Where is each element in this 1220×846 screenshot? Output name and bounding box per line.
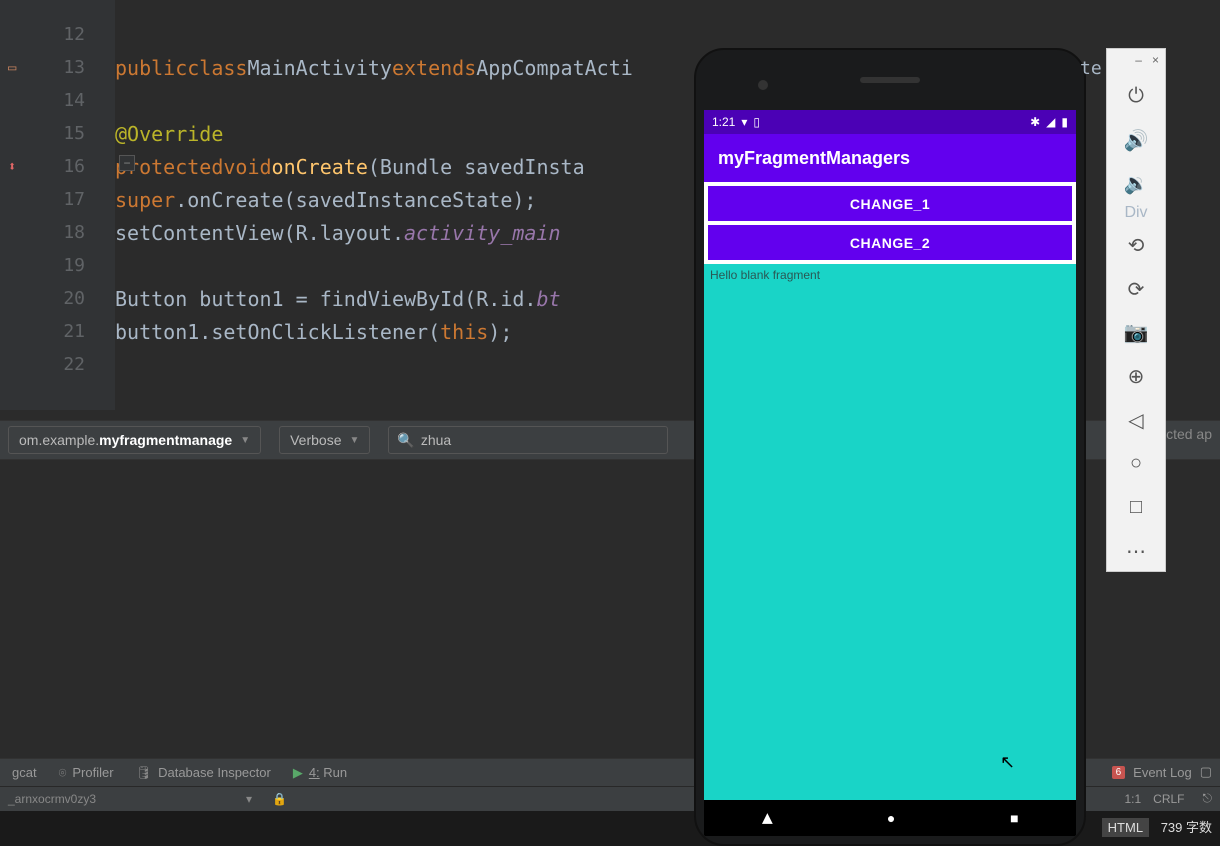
- tab-database[interactable]: 🛢Database Inspector: [136, 765, 271, 781]
- error-badge: 6: [1112, 766, 1126, 779]
- minimize-icon[interactable]: –: [1135, 53, 1142, 73]
- chevron-down-icon: ▼: [240, 435, 250, 446]
- tab-logcat[interactable]: gcat: [12, 765, 37, 780]
- gutter-line-16: ⬍ 16: [0, 150, 115, 183]
- tab-run[interactable]: ▶4: Run: [293, 765, 347, 781]
- more-button[interactable]: ⋯: [1118, 531, 1154, 571]
- override-icon: ⬍: [8, 159, 16, 175]
- fragment-text: Hello blank fragment: [710, 268, 820, 282]
- app-title: myFragmentManagers: [718, 148, 910, 169]
- filetype: HTML: [1102, 818, 1149, 837]
- class-icon: ▭: [8, 60, 16, 76]
- rotate-right-button[interactable]: ⟳: [1118, 269, 1154, 309]
- card-icon: ▯: [753, 115, 760, 129]
- code-cutoff: te: [1080, 58, 1102, 79]
- database-icon: 🛢: [136, 765, 153, 781]
- tab-profiler[interactable]: ⌾Profiler: [59, 765, 114, 781]
- battery-icon: ▮: [1061, 115, 1068, 129]
- mouse-cursor-icon: ↖: [1000, 752, 1015, 773]
- android-navbar: ▶ ● ■: [704, 800, 1076, 836]
- back-icon[interactable]: ▶: [758, 813, 775, 824]
- screenshot-button[interactable]: 📷: [1118, 313, 1154, 353]
- status-bar-right: 1:1 CRLF ⎋: [1124, 786, 1212, 811]
- char-count: 739 字数: [1161, 820, 1212, 835]
- home-button[interactable]: ○: [1118, 444, 1154, 484]
- close-icon[interactable]: ×: [1152, 53, 1159, 73]
- volume-up-button[interactable]: 🔊: [1118, 120, 1154, 160]
- camera-icon: [758, 80, 768, 90]
- chat-icon: ✱: [1030, 115, 1040, 129]
- lock-icon[interactable]: 🔒: [272, 792, 287, 806]
- fold-icon[interactable]: −: [119, 155, 135, 171]
- overview-button[interactable]: □: [1118, 488, 1154, 528]
- device-bezel-top: [696, 50, 1084, 110]
- volume-down-button[interactable]: 🔉: [1118, 164, 1154, 204]
- signal-icon: ◢: [1046, 115, 1055, 129]
- back-button[interactable]: ◁: [1118, 400, 1154, 440]
- profiler-icon: ⌾: [59, 765, 67, 781]
- fragment-container: Hello blank fragment: [704, 264, 1076, 800]
- recent-icon[interactable]: ■: [1010, 810, 1018, 826]
- loglevel-dropdown[interactable]: Verbose ▼: [279, 426, 370, 454]
- dropdown-icon[interactable]: ▾: [246, 792, 252, 806]
- emulator-toolbar: – × ⏻ 🔊 🔉 Div ⟲ ⟳ 📷 ⊕ ◁ ○ □ ⋯: [1106, 48, 1166, 572]
- bottom-right-tabs: 6 Event Log ▢: [1112, 758, 1212, 786]
- tab-eventlog[interactable]: Event Log: [1133, 765, 1192, 780]
- emulator-device: 1:21 ▾ ▯ ✱ ◢ ▮ myFragmentManagers CHANGE…: [694, 48, 1086, 846]
- line-ending[interactable]: CRLF: [1153, 792, 1184, 806]
- run-icon: ▶: [293, 765, 303, 781]
- gutter-line-13: ▭ 13: [0, 51, 115, 84]
- cursor-position: 1:1: [1124, 792, 1141, 806]
- layout-icon[interactable]: ▢: [1200, 764, 1212, 780]
- rotate-left-button[interactable]: ⟲: [1118, 226, 1154, 266]
- logcat-search[interactable]: 🔍 zhua: [388, 426, 668, 454]
- gutter: 12 ▭ 13 14 15 ⬍ 16 17 18 19 20 21 22: [0, 0, 115, 410]
- search-icon: 🔍: [397, 432, 414, 449]
- power-button[interactable]: ⏻: [1118, 77, 1154, 117]
- device-screen[interactable]: 1:21 ▾ ▯ ✱ ◢ ▮ myFragmentManagers CHANGE…: [704, 110, 1076, 836]
- app-bar: myFragmentManagers: [704, 134, 1076, 182]
- change-2-button[interactable]: CHANGE_2: [708, 225, 1072, 260]
- logcat-right-cut: cted ap: [1166, 426, 1212, 442]
- chevron-down-icon: ▼: [349, 435, 359, 446]
- home-icon[interactable]: ●: [887, 810, 895, 826]
- package-dropdown[interactable]: om.example.myfragmentmanage ▼: [8, 426, 261, 454]
- android-statusbar: 1:21 ▾ ▯ ✱ ◢ ▮: [704, 110, 1076, 134]
- change-1-button[interactable]: CHANGE_1: [708, 186, 1072, 221]
- speaker-icon: [860, 77, 920, 83]
- zoom-button[interactable]: ⊕: [1118, 357, 1154, 397]
- status-time: 1:21: [712, 115, 735, 129]
- wifi-icon: ▾: [741, 115, 747, 129]
